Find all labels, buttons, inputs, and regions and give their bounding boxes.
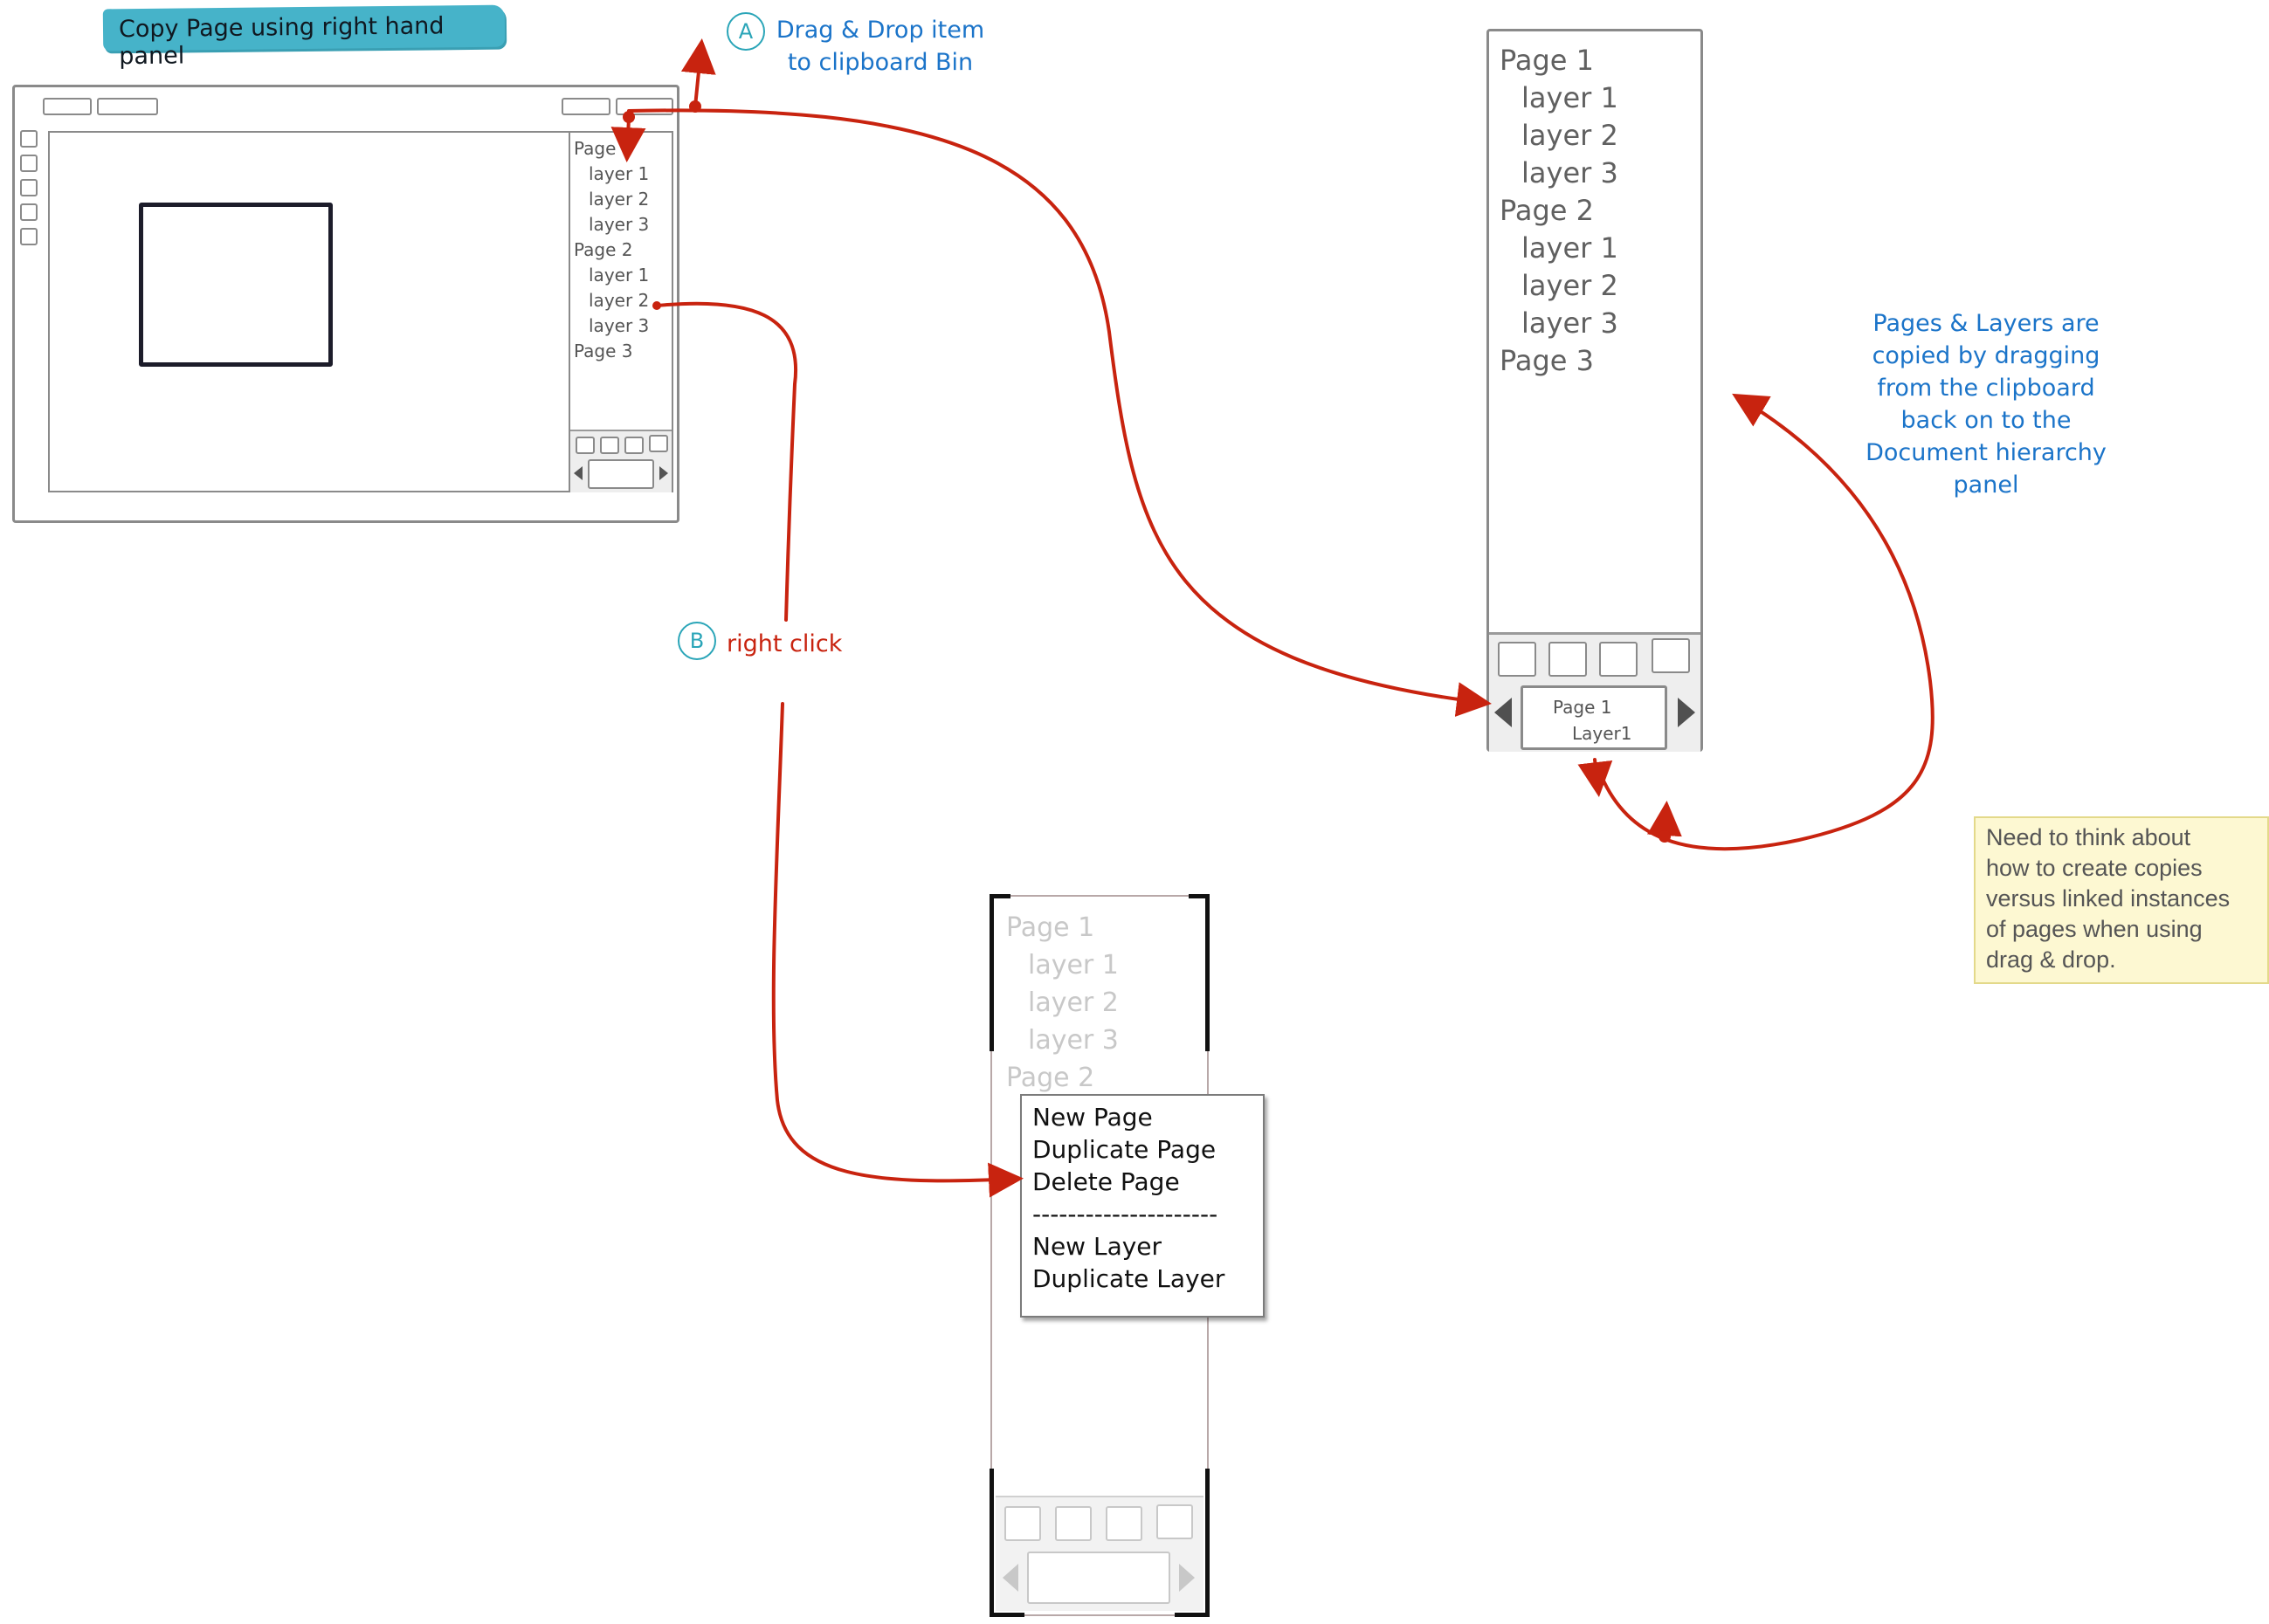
arrow-return-loop — [1597, 393, 1935, 851]
arrow-right-click-top — [655, 301, 798, 622]
arrow-to-clipboard — [627, 108, 1492, 717]
drop-point-dot — [623, 111, 635, 123]
arrow-right-click-bottom — [771, 702, 1024, 1198]
arrow-bin-down — [1577, 758, 1613, 797]
flow-arrows — [610, 38, 1935, 1198]
right-click-dot — [652, 301, 661, 310]
arrow-bin-up — [1646, 801, 1682, 837]
bin-return-dot — [1659, 830, 1671, 843]
drag-start-dot — [689, 100, 701, 113]
arrow-drop-down — [610, 116, 646, 162]
arrow-drag-up — [680, 38, 716, 108]
